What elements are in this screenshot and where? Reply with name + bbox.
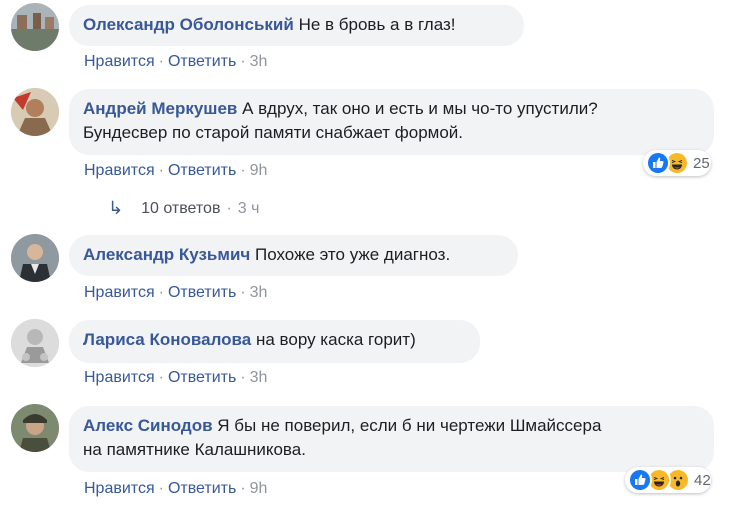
comment-actions: Нравится · Ответить · 9h <box>84 162 267 180</box>
comment-bubble: Олександр Оболонський Не в бровь а в гла… <box>69 5 524 46</box>
comment-text: Похоже это уже диагноз. <box>255 245 451 264</box>
comment-author[interactable]: Лариса Коновалова <box>83 330 251 349</box>
reactions-summary[interactable]: 42 <box>625 467 711 493</box>
reply-link[interactable]: Ответить <box>168 53 236 70</box>
separator-dot: · <box>240 369 246 386</box>
comment-actions: Нравится · Ответить · 3h <box>84 53 267 71</box>
reply-link[interactable]: Ответить <box>168 284 236 301</box>
avatar-photo-icon <box>11 88 59 136</box>
like-icon <box>628 468 652 492</box>
like-link[interactable]: Нравится <box>84 369 155 386</box>
separator-dot: · <box>226 199 232 217</box>
comment-actions: Нравится · Ответить · 3h <box>84 369 267 387</box>
avatar[interactable] <box>11 319 59 367</box>
separator-dot: · <box>158 53 164 70</box>
comment-time[interactable]: 9h <box>250 162 268 179</box>
comment-actions: Нравится · Ответить · 3h <box>84 284 267 302</box>
avatar-photo-icon <box>11 234 59 282</box>
comment-author[interactable]: Алекс Синодов <box>83 416 213 435</box>
comment-text-line: на памятнике Калашникова. <box>83 440 306 459</box>
comment-actions: Нравится · Ответить · 9h <box>84 480 267 498</box>
comment-text-line: А вдрух, так оно и есть и мы чо-то упуст… <box>242 99 598 118</box>
comment-text-line: Я бы не поверил, если б ни чертежи Шмайс… <box>217 416 602 435</box>
view-replies-link[interactable]: ↳ 10 ответов · 3 ч <box>108 198 259 219</box>
reply-link[interactable]: Ответить <box>168 480 236 497</box>
separator-dot: · <box>158 369 164 386</box>
separator-dot: · <box>158 480 164 497</box>
replies-time: 3 ч <box>237 199 260 217</box>
comment-time[interactable]: 3h <box>250 369 268 386</box>
comment-time[interactable]: 9h <box>250 480 268 497</box>
comment-text: Не в бровь а в глаз! <box>298 15 456 34</box>
avatar-photo-icon <box>11 404 59 452</box>
comment-text-line: Бундесвер по старой памяти снабжает форм… <box>83 123 464 142</box>
avatar[interactable] <box>11 88 59 136</box>
separator-dot: · <box>158 162 164 179</box>
comment-bubble: Андрей Меркушев А вдрух, так оно и есть … <box>69 89 714 155</box>
reaction-count: 25 <box>693 154 710 172</box>
avatar[interactable] <box>11 404 59 452</box>
comment-author[interactable]: Александр Кузьмич <box>83 245 250 264</box>
reaction-count: 42 <box>694 471 711 489</box>
like-link[interactable]: Нравится <box>84 162 155 179</box>
comment-text: на вору каска горит) <box>255 330 416 349</box>
like-link[interactable]: Нравится <box>84 53 155 70</box>
like-icon <box>646 151 670 175</box>
replies-count[interactable]: 10 ответов <box>141 200 220 218</box>
reply-link[interactable]: Ответить <box>168 162 236 179</box>
comment-author[interactable]: Олександр Оболонський <box>83 15 294 34</box>
reply-arrow-icon: ↳ <box>108 198 124 218</box>
like-link[interactable]: Нравится <box>84 284 155 301</box>
avatar-photo-icon <box>11 319 59 367</box>
comment-author[interactable]: Андрей Меркушев <box>83 99 237 118</box>
separator-dot: · <box>240 53 246 70</box>
like-link[interactable]: Нравится <box>84 480 155 497</box>
separator-dot: · <box>158 284 164 301</box>
reactions-summary[interactable]: 25 <box>643 150 711 176</box>
comment-bubble: Лариса Коновалова на вору каска горит) <box>69 320 480 363</box>
separator-dot: · <box>240 480 246 497</box>
avatar-photo-icon <box>11 3 59 51</box>
separator-dot: · <box>240 162 246 179</box>
reply-link[interactable]: Ответить <box>168 369 236 386</box>
comment-time[interactable]: 3h <box>250 53 268 70</box>
comment-bubble: Алекс Синодов Я бы не поверил, если б ни… <box>69 406 714 472</box>
avatar[interactable] <box>11 3 59 51</box>
avatar[interactable] <box>11 234 59 282</box>
comment-time[interactable]: 3h <box>250 284 268 301</box>
separator-dot: · <box>240 284 246 301</box>
comment-bubble: Александр Кузьмич Похоже это уже диагноз… <box>69 235 518 276</box>
